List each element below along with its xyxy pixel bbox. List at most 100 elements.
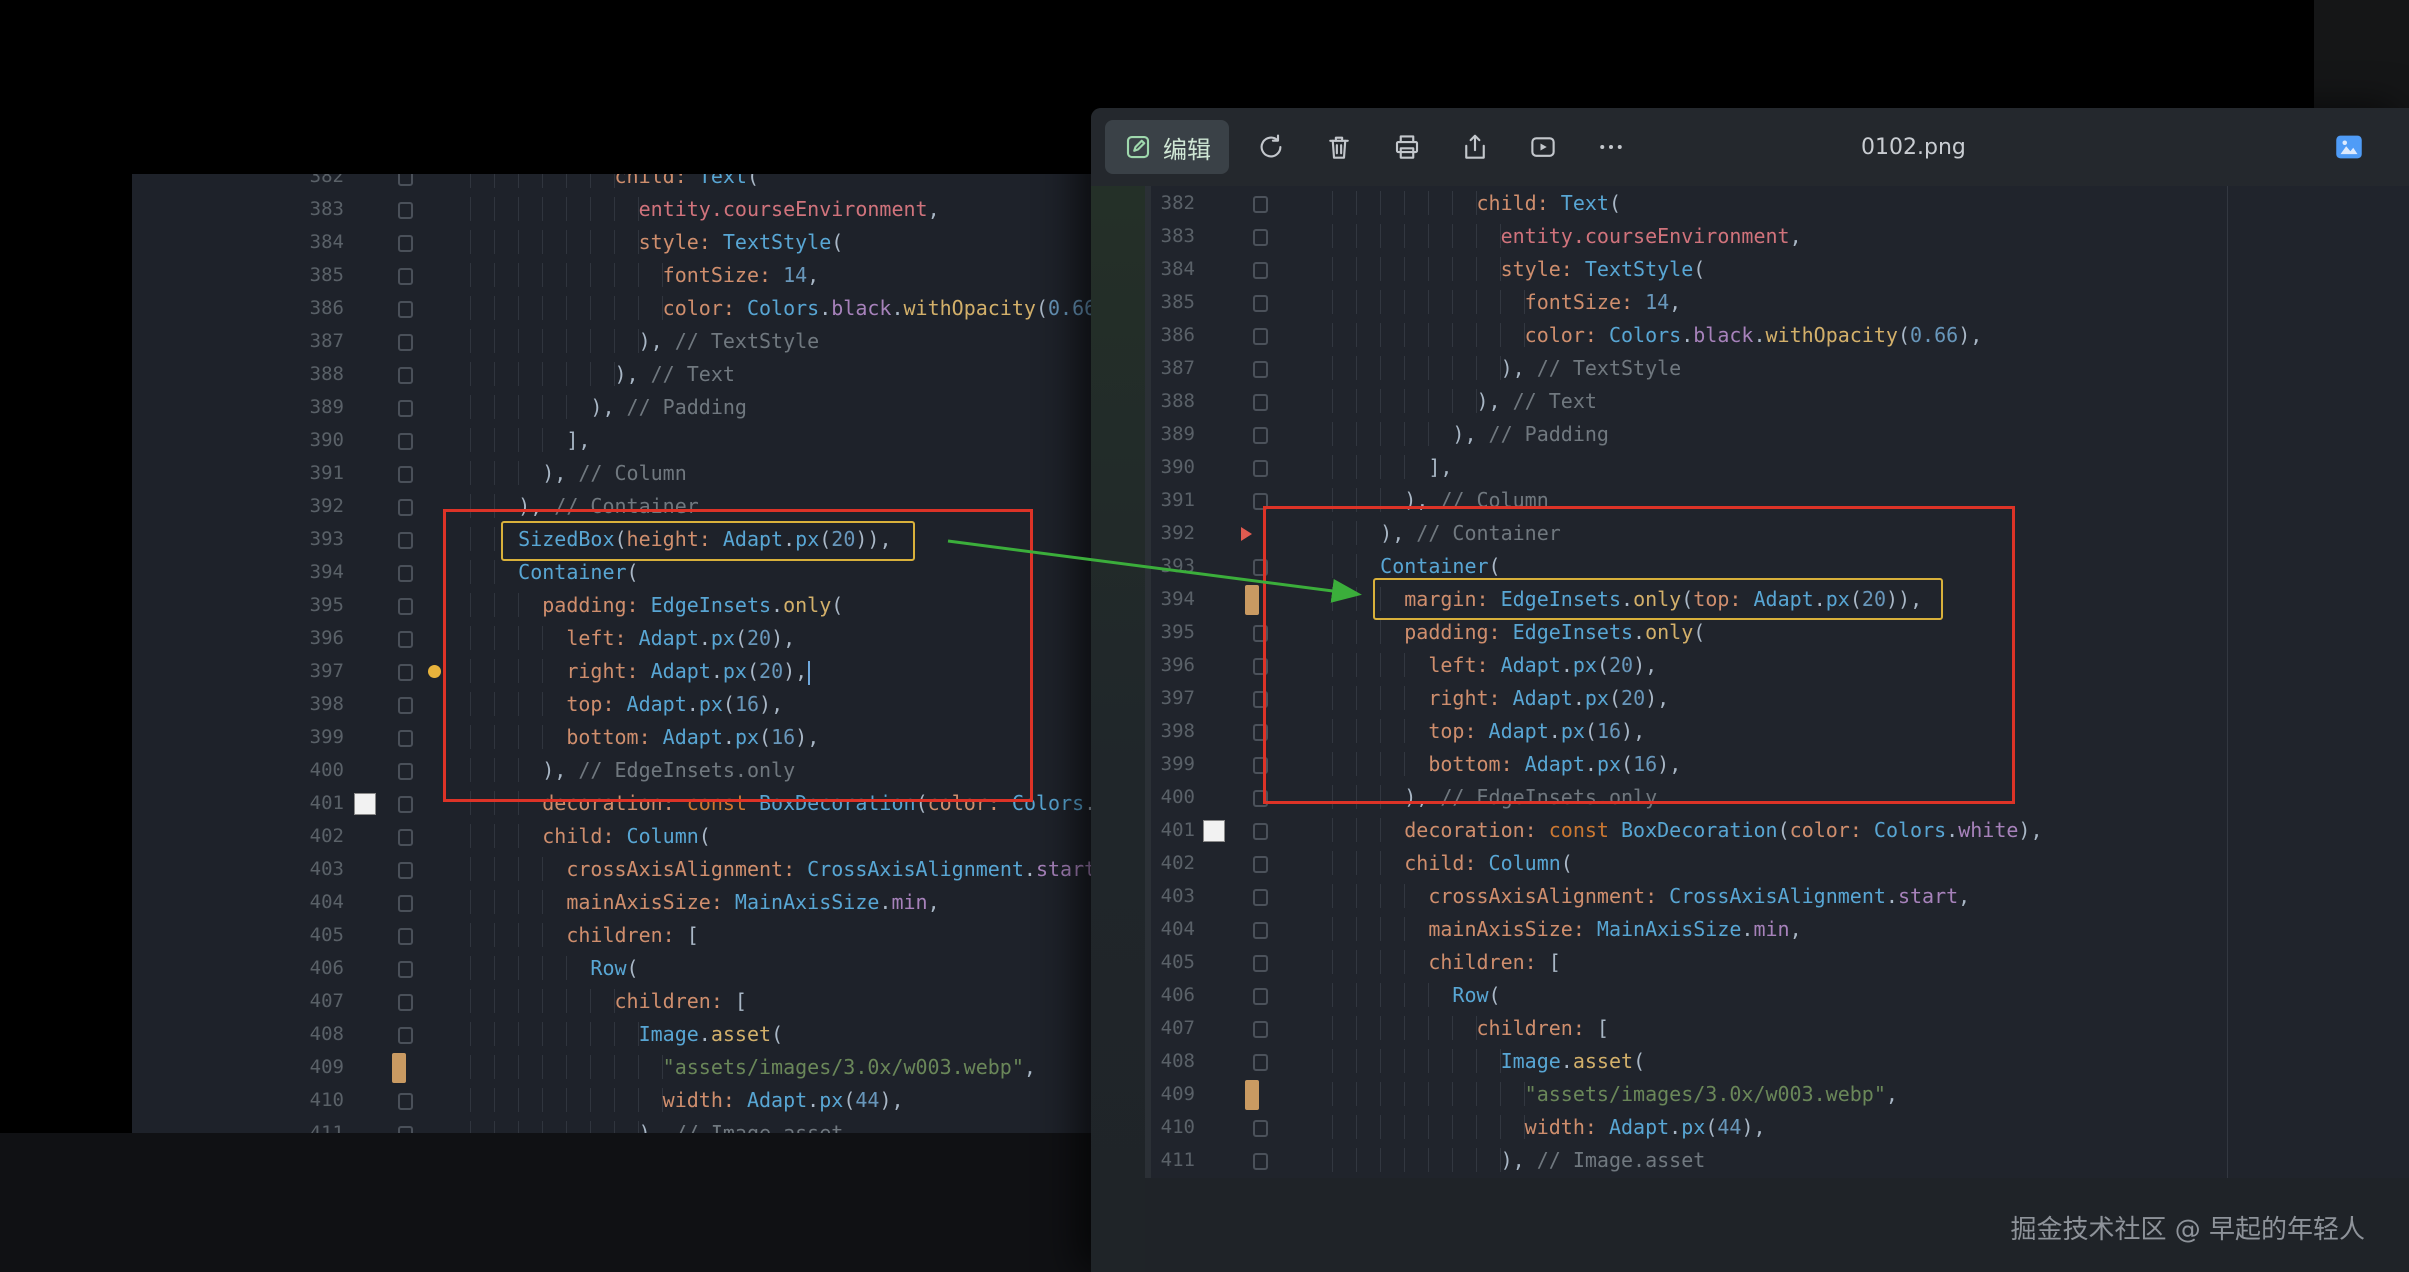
fold-icon[interactable] — [398, 928, 413, 945]
line-number: 382 — [132, 174, 344, 193]
code-line: 382 child: Text( — [1145, 187, 2409, 220]
background-window-corner — [2313, 0, 2409, 108]
code-line[interactable]: 382 child: Text( — [132, 174, 1091, 193]
code-line: 387 ), // TextStyle — [1145, 352, 2409, 385]
fold-icon[interactable] — [398, 1093, 413, 1110]
fold-icon[interactable] — [398, 334, 413, 351]
fold-icon — [1253, 295, 1268, 312]
code-line[interactable]: 388 ), // Text — [132, 358, 1091, 391]
fold-icon[interactable] — [398, 895, 413, 912]
fold-icon[interactable] — [398, 994, 413, 1011]
fold-icon[interactable] — [398, 697, 413, 714]
code-line[interactable]: 402 child: Column( — [132, 820, 1091, 853]
fold-icon[interactable] — [398, 664, 413, 681]
fold-icon[interactable] — [398, 565, 413, 582]
fold-icon[interactable] — [398, 796, 413, 813]
line-number: 383 — [132, 193, 344, 226]
watermark-text: 掘金技术社区 @ 早起的年轻人 — [2010, 1209, 2365, 1246]
fold-icon[interactable] — [398, 499, 413, 516]
code-line[interactable]: 387 ), // TextStyle — [132, 325, 1091, 358]
fold-icon[interactable] — [398, 235, 413, 252]
image-thumbnail-button[interactable] — [2323, 121, 2375, 173]
code-text: children: [ — [470, 919, 699, 952]
fold-icon[interactable] — [398, 301, 413, 318]
line-number: 411 — [132, 1117, 344, 1133]
code-line[interactable]: 407 children: [ — [132, 985, 1091, 1018]
code-text: style: TextStyle( — [470, 226, 843, 259]
video-button[interactable] — [1517, 121, 1569, 173]
fold-icon — [1253, 1153, 1268, 1170]
fold-icon[interactable] — [398, 631, 413, 648]
fold-icon — [1253, 988, 1268, 1005]
code-line[interactable]: 384 style: TextStyle( — [132, 226, 1091, 259]
fold-icon[interactable] — [398, 1126, 413, 1133]
code-line[interactable]: 406 Row( — [132, 952, 1091, 985]
fold-icon[interactable] — [398, 763, 413, 780]
fold-icon[interactable] — [398, 532, 413, 549]
fold-icon[interactable] — [398, 174, 413, 186]
fold-icon[interactable] — [398, 961, 413, 978]
code-line[interactable]: 403 crossAxisAlignment: CrossAxisAlignme… — [132, 853, 1091, 886]
code-line: 388 ), // Text — [1145, 385, 2409, 418]
code-line[interactable]: 405 children: [ — [132, 919, 1091, 952]
trash-icon — [1324, 132, 1354, 162]
code-line[interactable]: 390 ], — [132, 424, 1091, 457]
code-line[interactable]: 409 "assets/images/3.0x/w003.webp", — [132, 1051, 1091, 1084]
code-text: ), // Padding — [1332, 418, 1609, 451]
fold-icon[interactable] — [398, 862, 413, 879]
fold-icon — [1253, 361, 1268, 378]
more-button[interactable] — [1585, 121, 1637, 173]
line-number: 403 — [132, 853, 344, 886]
viewer-filename: 0102.png — [1861, 108, 1966, 186]
line-number: 397 — [132, 655, 344, 688]
fold-icon[interactable] — [398, 829, 413, 846]
code-text: ), // TextStyle — [470, 325, 819, 358]
code-text: child: Text( — [1332, 187, 1621, 220]
code-text: mainAxisSize: MainAxisSize.min, — [1332, 913, 1802, 946]
code-line[interactable]: 386 color: Colors.black.withOpacity(0.66… — [132, 292, 1091, 325]
fold-icon[interactable] — [398, 433, 413, 450]
share-button[interactable] — [1449, 121, 1501, 173]
code-text: ), // TextStyle — [1332, 352, 1681, 385]
code-line[interactable]: 410 width: Adapt.px(44), — [132, 1084, 1091, 1117]
fold-icon[interactable] — [398, 466, 413, 483]
fold-icon[interactable] — [398, 598, 413, 615]
delete-button[interactable] — [1313, 121, 1365, 173]
code-line[interactable]: 383 entity.courseEnvironment, — [132, 193, 1091, 226]
code-line[interactable]: 391 ), // Column — [132, 457, 1091, 490]
fold-icon[interactable] — [398, 268, 413, 285]
code-line[interactable]: 389 ), // Padding — [132, 391, 1091, 424]
code-text: crossAxisAlignment: CrossAxisAlignment.s… — [1332, 880, 1970, 913]
edit-button[interactable]: 编辑 — [1105, 120, 1229, 174]
fold-icon[interactable] — [398, 1027, 413, 1044]
printer-icon — [1392, 132, 1422, 162]
code-text: entity.courseEnvironment, — [470, 193, 940, 226]
fold-icon[interactable] — [398, 400, 413, 417]
code-line[interactable]: 408 Image.asset( — [132, 1018, 1091, 1051]
code-text: crossAxisAlignment: CrossAxisAlignment.s… — [470, 853, 1091, 886]
color-swatch-white — [1203, 820, 1225, 842]
code-text: entity.courseEnvironment, — [1332, 220, 1802, 253]
line-number: 395 — [132, 589, 344, 622]
code-text: color: Colors.black.withOpacity(0.66), — [470, 292, 1091, 325]
code-line: 401 decoration: const BoxDecoration(colo… — [1145, 814, 2409, 847]
gutter-swatch-tan[interactable] — [392, 1053, 406, 1083]
fold-icon[interactable] — [398, 367, 413, 384]
print-button[interactable] — [1381, 121, 1433, 173]
code-line[interactable]: 385 fontSize: 14, — [132, 259, 1091, 292]
code-text: Row( — [470, 952, 639, 985]
code-text: Row( — [1332, 979, 1501, 1012]
code-line: 385 fontSize: 14, — [1145, 286, 2409, 319]
intention-bulb-icon[interactable] — [428, 665, 441, 678]
fold-icon — [1253, 823, 1268, 840]
color-swatch-white[interactable] — [354, 793, 376, 815]
code-line[interactable]: 411 ), // Image.asset — [132, 1117, 1091, 1133]
code-line: 408 Image.asset( — [1145, 1045, 2409, 1078]
line-number: 403 — [1145, 880, 1195, 913]
code-line[interactable]: 404 mainAxisSize: MainAxisSize.min, — [132, 886, 1091, 919]
line-number: 396 — [132, 622, 344, 655]
fold-icon[interactable] — [398, 730, 413, 747]
code-text: "assets/images/3.0x/w003.webp", — [1332, 1078, 1898, 1111]
fold-icon[interactable] — [398, 202, 413, 219]
rotate-button[interactable] — [1245, 121, 1297, 173]
